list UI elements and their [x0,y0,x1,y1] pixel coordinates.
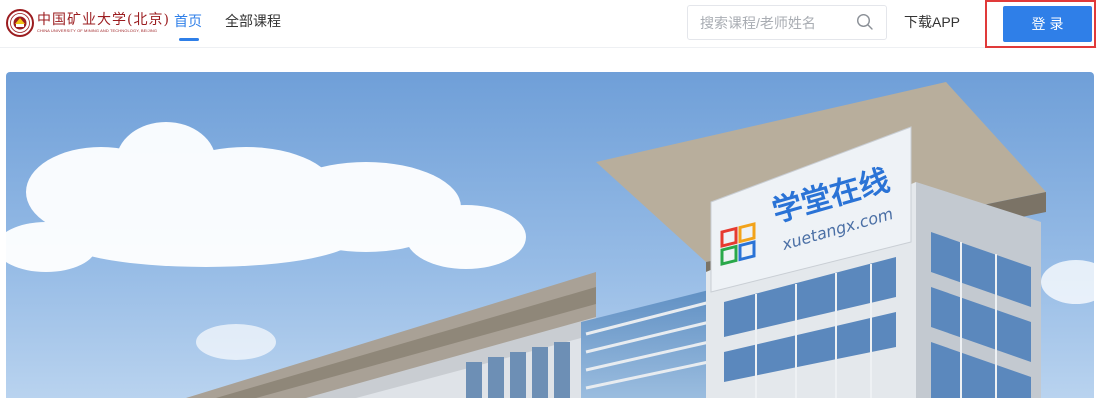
tab-all-courses[interactable]: 全部课程 [225,12,281,30]
university-seal-icon [6,9,34,37]
download-app-link[interactable]: 下载APP [904,12,960,32]
search-input[interactable] [700,13,850,33]
logo-english-name: CHINA UNIVERSITY OF MINING AND TECHNOLOG… [37,28,158,33]
logo-wordmark: 中国矿业大学(北京) CHINA UNIVERSITY OF MINING AN… [37,13,170,33]
banner-image: 学堂在线 xuetangx.com [6,72,1094,398]
university-logo[interactable]: 中国矿业大学(北京) CHINA UNIVERSITY OF MINING AN… [6,8,170,38]
active-tab-indicator [179,38,199,41]
login-button[interactable]: 登录 [1003,6,1092,42]
top-navigation-bar: 中国矿业大学(北京) CHINA UNIVERSITY OF MINING AN… [0,0,1097,48]
search-icon[interactable] [856,13,874,31]
tab-home[interactable]: 首页 [174,12,202,30]
banner-carousel[interactable]: 学堂在线 xuetangx.com [6,72,1094,398]
logo-chinese-name: 中国矿业大学(北京) [37,12,170,28]
